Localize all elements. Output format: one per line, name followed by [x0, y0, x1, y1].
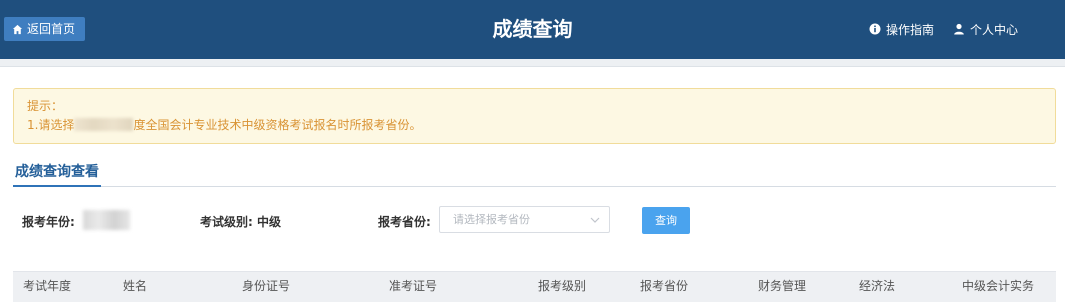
exam-level-text: 考试级别: 中级 — [200, 215, 281, 229]
redacted-year-value — [83, 210, 130, 230]
notice-heading: 提示： — [27, 99, 64, 113]
notice-box: 提示： 1.请选择 度全国会计专业技术中级资格考试报名时所报考省份。 — [13, 88, 1056, 144]
query-button[interactable]: 查询 — [642, 207, 690, 234]
header-divider — [0, 59, 1065, 67]
column-header: 考试年度 — [23, 279, 72, 293]
home-icon — [12, 24, 23, 34]
query-form: 报考年份: 考试级别: 中级 报考省份: 请选择报考省份 查询 — [0, 200, 1065, 240]
guide-link[interactable]: 操作指南 — [869, 20, 934, 38]
top-header: 返回首页 成绩查询 操作指南 个人中心 — [0, 0, 1065, 59]
column-header: 姓名 — [123, 279, 148, 293]
column-header: 财务管理 — [758, 279, 807, 293]
notice-line-prefix: 1.请选择 — [27, 118, 75, 132]
guide-label: 操作指南 — [886, 22, 935, 37]
column-header: 经济法 — [859, 279, 896, 293]
user-center-link[interactable]: 个人中心 — [953, 20, 1018, 38]
tab-bar: 成绩查询查看 — [13, 160, 1056, 187]
notice-line-suffix: 度全国会计专业技术中级资格考试报名时所报考省份。 — [133, 118, 422, 132]
province-select[interactable]: 请选择报考省份 — [439, 206, 610, 233]
province-label: 报考省份: — [378, 215, 431, 229]
results-table-header: 考试年度 姓名 身份证号 准考证号 报考级别 报考省份 财务管理 经济法 中级会… — [13, 271, 1056, 302]
year-label: 报考年份: — [22, 215, 75, 229]
column-header: 报考省份 — [640, 279, 689, 293]
province-placeholder: 请选择报考省份 — [453, 213, 530, 226]
redacted-year — [74, 118, 134, 131]
column-header: 准考证号 — [389, 279, 438, 293]
column-header: 身份证号 — [242, 279, 291, 293]
notice-line: 1.请选择 度全国会计专业技术中级资格考试报名时所报考省份。 — [27, 116, 1042, 135]
user-center-label: 个人中心 — [970, 22, 1019, 37]
column-header: 中级会计实务 — [962, 279, 1035, 293]
info-icon — [869, 23, 881, 35]
chevron-down-icon — [590, 217, 600, 223]
column-header: 报考级别 — [538, 279, 587, 293]
user-icon — [954, 23, 964, 35]
back-home-label: 返回首页 — [27, 22, 76, 36]
back-home-button[interactable]: 返回首页 — [4, 17, 86, 41]
tab-score-query[interactable]: 成绩查询查看 — [13, 160, 101, 187]
